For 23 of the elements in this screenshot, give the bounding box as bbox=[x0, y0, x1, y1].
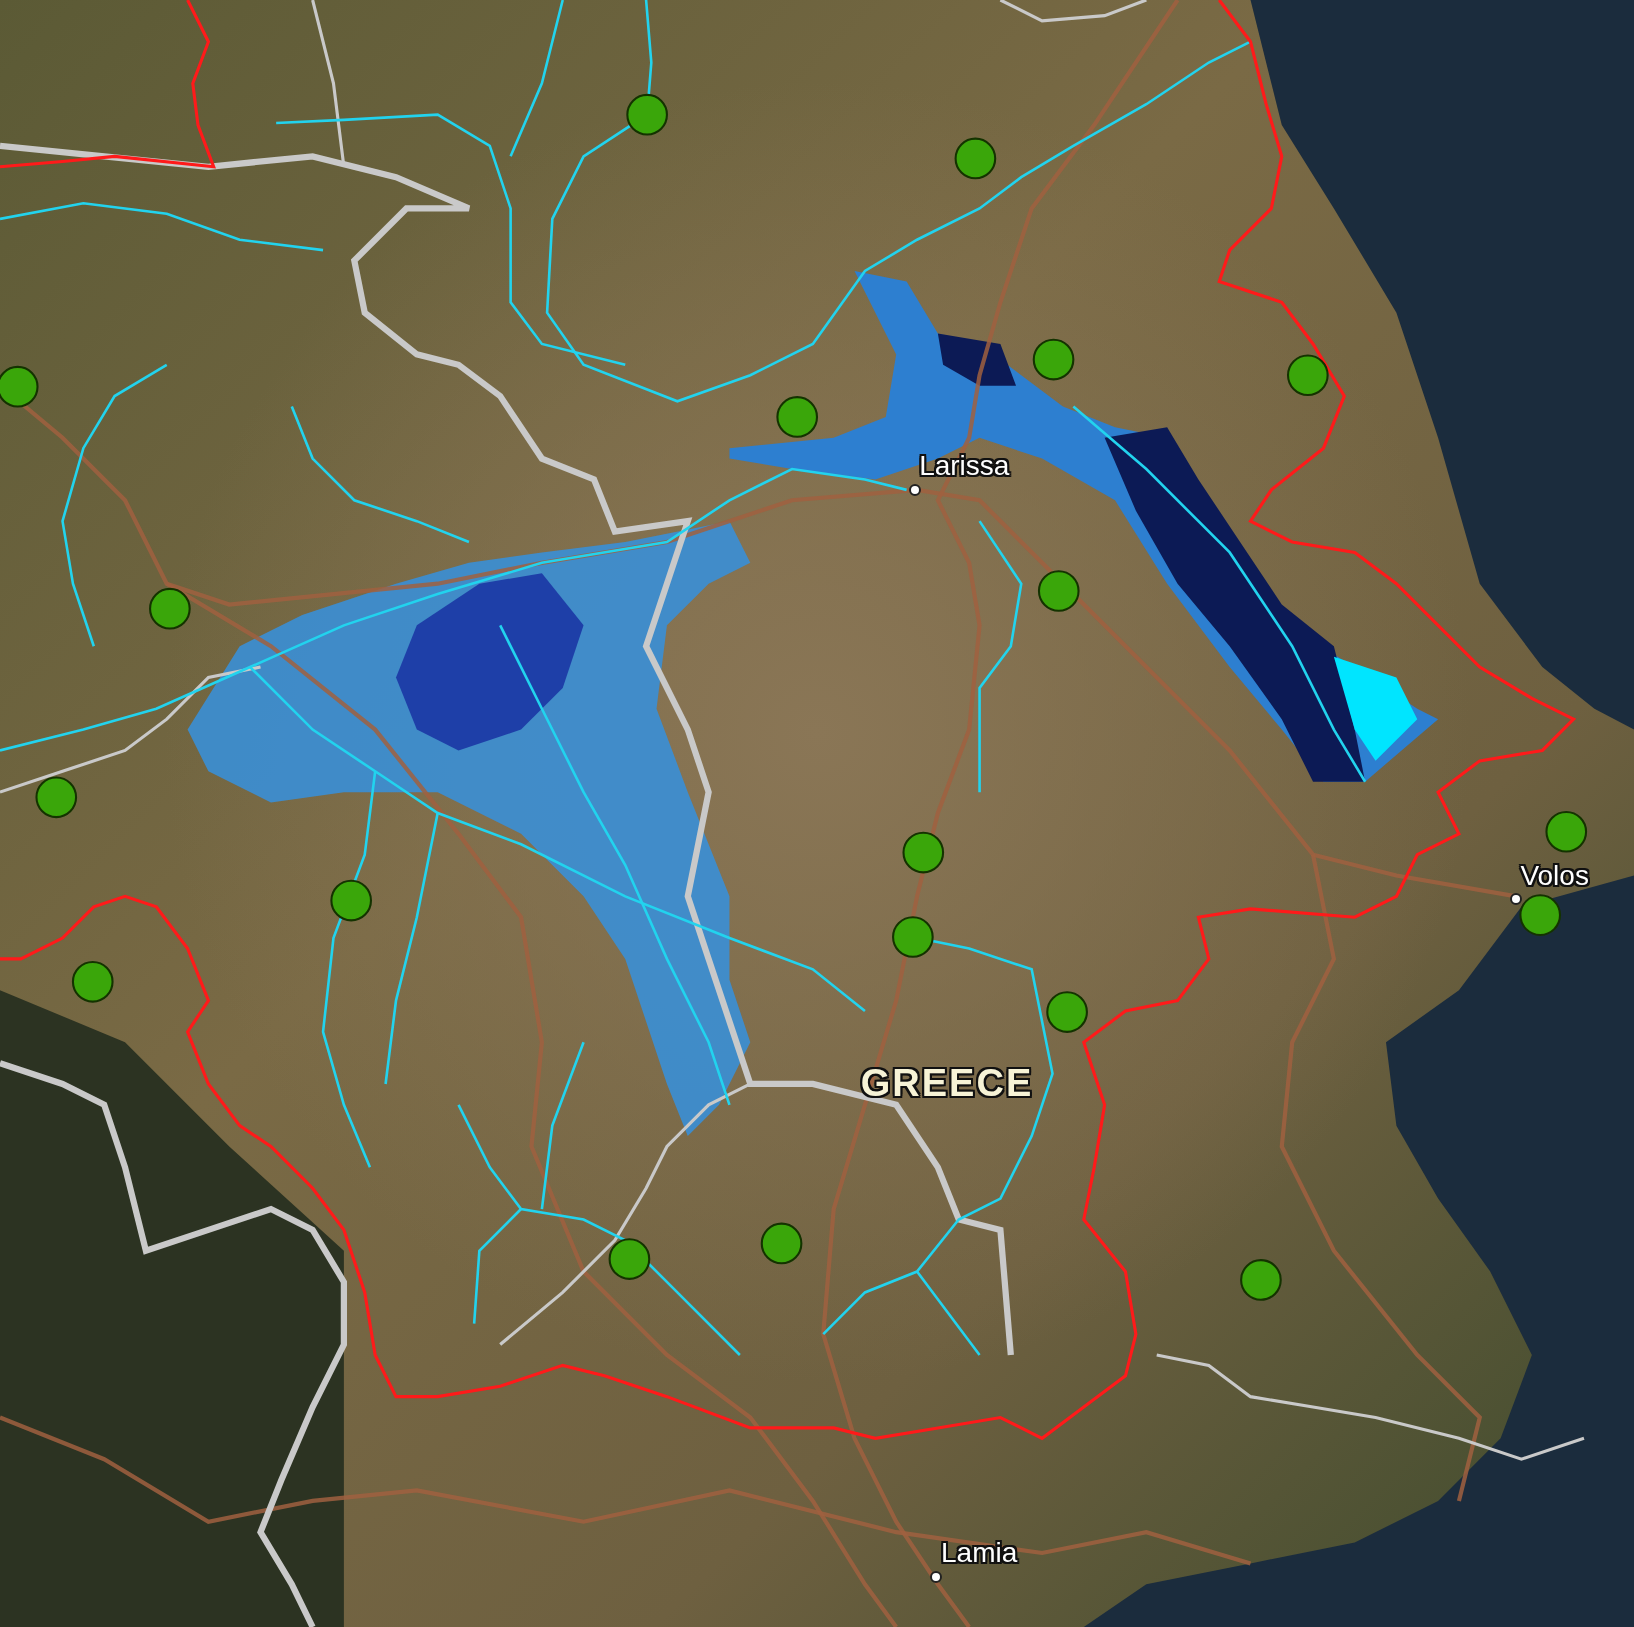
city-label: Larissa bbox=[919, 452, 1010, 481]
map-marker-icon[interactable] bbox=[902, 831, 945, 874]
map-marker-icon[interactable] bbox=[1037, 570, 1080, 612]
map-marker-icon[interactable] bbox=[149, 587, 191, 630]
map-marker-icon[interactable] bbox=[892, 916, 934, 958]
map-marker-icon[interactable] bbox=[760, 1222, 803, 1265]
map-marker-icon[interactable] bbox=[1545, 810, 1588, 853]
map-marker-icon[interactable] bbox=[0, 365, 39, 408]
map-marker-icon[interactable] bbox=[608, 1238, 651, 1280]
map-marker-icon[interactable] bbox=[626, 93, 668, 136]
map-marker-icon[interactable] bbox=[1032, 338, 1075, 381]
map-marker-icon[interactable] bbox=[35, 776, 78, 819]
map-marker-icon[interactable] bbox=[330, 879, 373, 922]
country-label: GREECE bbox=[860, 1063, 1034, 1102]
map-marker-icon[interactable] bbox=[71, 961, 114, 1003]
map-marker-icon[interactable] bbox=[1046, 991, 1088, 1033]
map-marker-icon[interactable] bbox=[1519, 894, 1562, 936]
city-label: Volos bbox=[1520, 861, 1589, 890]
city-label: Lamia bbox=[941, 1539, 1018, 1568]
map-marker-icon[interactable] bbox=[776, 396, 819, 438]
map-marker-icon[interactable] bbox=[954, 137, 997, 180]
map-marker-icon[interactable] bbox=[1240, 1259, 1282, 1301]
map-marker-icon[interactable] bbox=[1287, 354, 1329, 397]
